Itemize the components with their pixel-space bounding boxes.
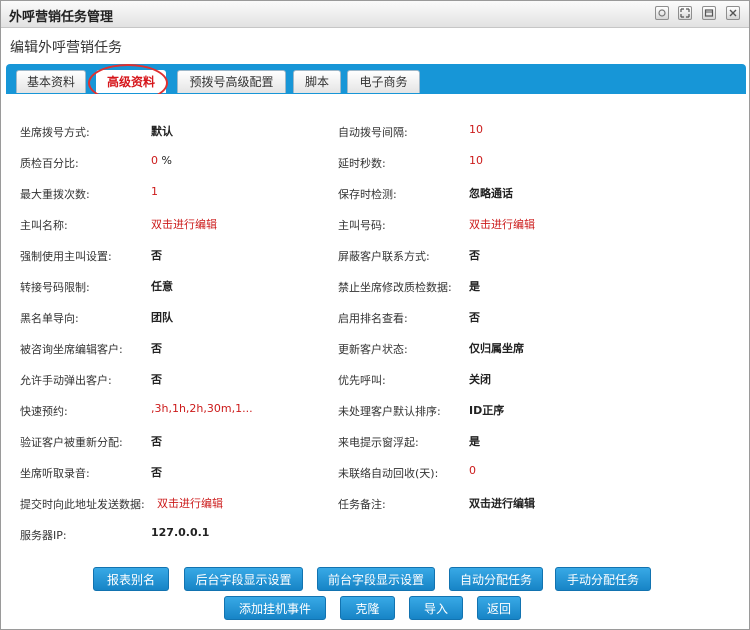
field-label: 优先呼叫:	[338, 374, 386, 387]
field-value[interactable]: ID正序	[469, 402, 504, 418]
maximize-icon[interactable]	[678, 6, 692, 20]
field-value[interactable]: 任意	[151, 278, 173, 294]
field-label: 验证客户被重新分配:	[20, 436, 123, 449]
field-label: 延时秒数:	[338, 157, 386, 170]
field-label: 保存时检测:	[338, 188, 397, 201]
tab-ecommerce[interactable]: 电子商务	[347, 70, 420, 93]
field-value[interactable]: 忽略通话	[469, 185, 513, 201]
field-label: 自动拨号间隔:	[338, 126, 408, 139]
field-label: 被咨询坐席编辑客户:	[20, 343, 123, 356]
field-value[interactable]: 10	[469, 154, 483, 167]
field-value[interactable]: 否	[151, 464, 162, 480]
field-label: 禁止坐席修改质检数据:	[338, 281, 452, 294]
field-value[interactable]: 团队	[151, 309, 173, 325]
field-value[interactable]: ,3h,1h,2h,30m,1...	[151, 402, 253, 415]
field-value[interactable]: 0	[469, 464, 476, 477]
field-value[interactable]: 仅归属坐席	[469, 340, 524, 356]
title-bar: 外呼营销任务管理	[1, 1, 749, 28]
field-label: 未处理客户默认排序:	[338, 405, 441, 418]
field-label: 任务备注:	[338, 498, 386, 511]
backend-fields-button[interactable]: 后台字段显示设置	[184, 567, 303, 591]
close-icon[interactable]	[726, 6, 740, 20]
clone-button[interactable]: 克隆	[340, 596, 395, 620]
tab-basic-info[interactable]: 基本资料	[16, 70, 86, 93]
field-value[interactable]: 0 %	[151, 154, 172, 167]
back-button[interactable]: 返回	[477, 596, 521, 620]
field-value[interactable]: 否	[151, 247, 162, 263]
field-value[interactable]: 否	[151, 340, 162, 356]
import-button[interactable]: 导入	[409, 596, 463, 620]
auto-assign-button[interactable]: 自动分配任务	[449, 567, 543, 591]
field-value[interactable]: 是	[469, 433, 480, 449]
advanced-info-panel: 坐席拨号方式: 默认 质检百分比: 0 % 最大重拨次数: 1 主叫名称: 双击…	[6, 94, 746, 564]
field-label: 更新客户状态:	[338, 343, 408, 356]
field-label: 转接号码限制:	[20, 281, 90, 294]
field-label: 主叫号码:	[338, 219, 386, 232]
field-value[interactable]: 1	[151, 185, 158, 198]
field-label: 提交时向此地址发送数据:	[20, 498, 145, 511]
frontend-fields-button[interactable]: 前台字段显示设置	[317, 567, 435, 591]
field-label: 坐席拨号方式:	[20, 126, 90, 139]
field-label: 启用排名查看:	[338, 312, 408, 325]
field-value[interactable]: 否	[469, 309, 480, 325]
restore-icon[interactable]	[655, 6, 669, 20]
field-value[interactable]: 10	[469, 123, 483, 136]
window-title: 外呼营销任务管理	[9, 10, 114, 25]
field-value[interactable]: 127.0.0.1	[151, 526, 209, 539]
field-value[interactable]: 双击进行编辑	[469, 216, 535, 232]
field-value[interactable]: 双击进行编辑	[469, 495, 535, 511]
field-value[interactable]: 默认	[151, 123, 173, 139]
field-value[interactable]: 否	[151, 433, 162, 449]
field-value[interactable]: 关闭	[469, 371, 491, 387]
add-hangup-event-button[interactable]: 添加挂机事件	[224, 596, 326, 620]
field-label: 质检百分比:	[20, 157, 79, 170]
tab-predial-config[interactable]: 预拨号高级配置	[177, 70, 286, 93]
field-value[interactable]: 否	[151, 371, 162, 387]
field-label: 来电提示窗浮起:	[338, 436, 419, 449]
field-label: 最大重拨次数:	[20, 188, 90, 201]
field-label: 主叫名称:	[20, 219, 68, 232]
page-subtitle: 编辑外呼营销任务	[10, 40, 122, 56]
field-value[interactable]: 双击进行编辑	[151, 216, 217, 232]
report-alias-button[interactable]: 报表别名	[93, 567, 169, 591]
field-label: 服务器IP:	[20, 529, 67, 542]
field-label: 黑名单导向:	[20, 312, 79, 325]
field-value[interactable]: 是	[469, 278, 480, 294]
field-label: 未联络自动回收(天):	[338, 467, 439, 480]
minimize-icon[interactable]	[702, 6, 716, 20]
tab-script[interactable]: 脚本	[293, 70, 341, 93]
field-label: 坐席听取录音:	[20, 467, 90, 480]
field-label: 强制使用主叫设置:	[20, 250, 112, 263]
field-label: 屏蔽客户联系方式:	[338, 250, 430, 263]
field-label: 快速预约:	[20, 405, 68, 418]
dialog-window: 外呼营销任务管理 编辑外呼营销任务 基本资料 高级资料 预拨号高级配置 脚本 电…	[0, 0, 750, 630]
field-label: 允许手动弹出客户:	[20, 374, 112, 387]
field-value[interactable]: 双击进行编辑	[157, 495, 223, 511]
manual-assign-button[interactable]: 手动分配任务	[555, 567, 651, 591]
field-value[interactable]: 否	[469, 247, 480, 263]
